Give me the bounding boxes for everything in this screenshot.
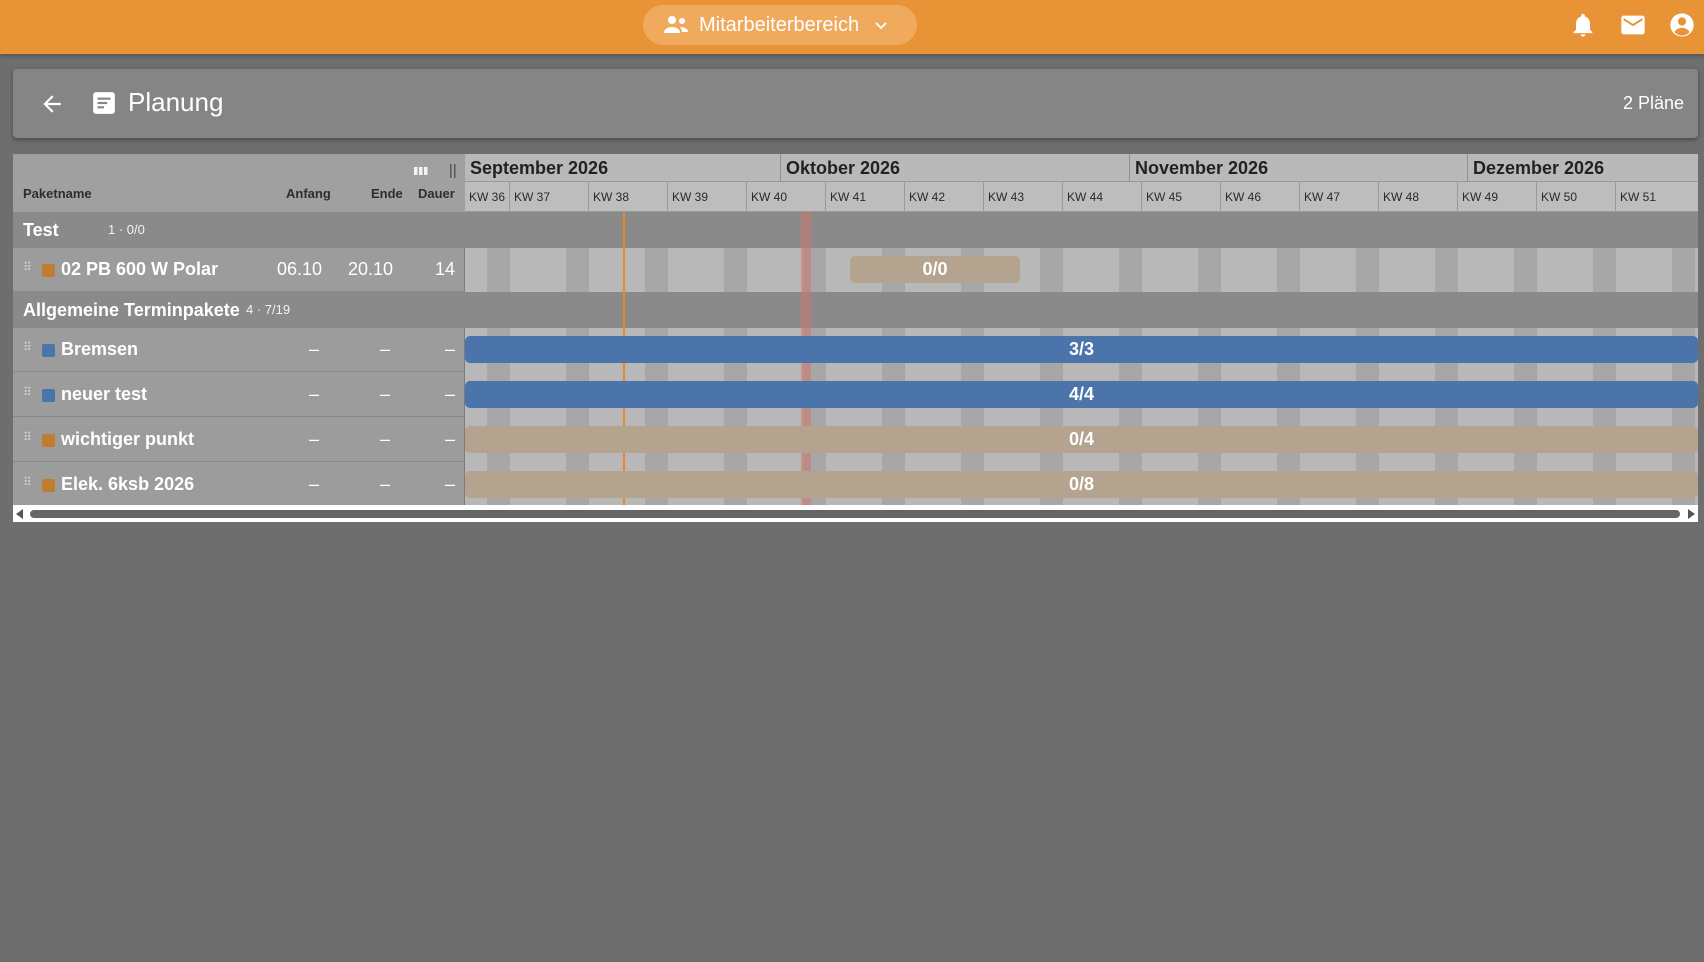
- week-label: KW 50: [1536, 182, 1615, 212]
- page-title: Planung: [128, 87, 224, 117]
- week-label: KW 47: [1299, 182, 1378, 212]
- resize-handle-icon[interactable]: [445, 163, 461, 179]
- timeline-group-band: [465, 212, 1698, 248]
- week-label: KW 43: [983, 182, 1062, 212]
- week-label: KW 38: [588, 182, 667, 212]
- week-label: KW 44: [1062, 182, 1141, 212]
- week-header: KW 36 KW 37 KW 38 KW 39 KW 40 KW 41 KW 4…: [465, 182, 1698, 212]
- timeline-group-band: [465, 292, 1698, 328]
- task-list-header: Paketname Anfang Ende Dauer: [13, 154, 465, 212]
- task-color-swatch: [42, 389, 55, 402]
- drag-handle-icon[interactable]: ⠿: [23, 431, 32, 443]
- people-icon: [664, 16, 688, 33]
- month-label: Oktober 2026: [780, 154, 1129, 182]
- group-meta: 1 · 0/0: [108, 222, 145, 237]
- group-name: Test: [23, 220, 59, 240]
- columns-icon[interactable]: [413, 163, 429, 179]
- task-row[interactable]: ⠿ neuer test – – –: [13, 373, 465, 417]
- week-label: KW 41: [825, 182, 904, 212]
- col-header-name[interactable]: Paketname: [23, 186, 92, 201]
- task-name: Bremsen: [61, 339, 139, 359]
- task-start: –: [308, 339, 319, 359]
- week-label: KW 42: [904, 182, 983, 212]
- task-start: 06.10: [277, 259, 323, 279]
- task-bar[interactable]: 4/4: [465, 381, 1698, 408]
- scrollbar-thumb[interactable]: [30, 510, 1680, 518]
- task-bar[interactable]: 0/4: [465, 426, 1698, 453]
- group-row[interactable]: Test 1 · 0/0: [13, 212, 465, 248]
- area-label: Mitarbeiterbereich: [699, 13, 860, 36]
- task-bar[interactable]: 3/3: [465, 336, 1698, 363]
- group-row[interactable]: Allgemeine Terminpakete 4 · 7/19: [13, 292, 465, 328]
- task-duration: 14: [434, 259, 455, 279]
- task-bar[interactable]: 0/0: [850, 256, 1020, 283]
- week-label: KW 45: [1141, 182, 1220, 212]
- week-label: KW 46: [1220, 182, 1299, 212]
- account-icon[interactable]: [1668, 11, 1696, 39]
- task-color-swatch: [42, 344, 55, 357]
- month-label: November 2026: [1129, 154, 1467, 182]
- col-header-start[interactable]: Anfang: [286, 186, 331, 201]
- drag-handle-icon[interactable]: ⠿: [23, 261, 32, 273]
- horizontal-scrollbar[interactable]: [13, 505, 1698, 522]
- week-label: KW 39: [667, 182, 746, 212]
- month-label: September 2026: [470, 158, 609, 178]
- task-color-swatch: [42, 434, 55, 447]
- task-row[interactable]: ⠿ wichtiger punkt – – –: [13, 418, 465, 462]
- task-start: –: [308, 384, 319, 404]
- task-duration: –: [444, 339, 455, 359]
- task-row[interactable]: ⠿ 02 PB 600 W Polar 06.10 20.10 14: [13, 248, 465, 292]
- area-switcher[interactable]: Mitarbeiterbereich: [643, 5, 917, 45]
- bell-icon[interactable]: [1569, 11, 1597, 39]
- task-start: –: [308, 429, 319, 449]
- month-label: Dezember 2026: [1467, 154, 1698, 182]
- task-list-pane: Paketname Anfang Ende Dauer Test 1 · 0/0…: [13, 154, 465, 505]
- task-end: –: [379, 384, 390, 404]
- week-label: KW 51: [1615, 182, 1694, 212]
- task-row[interactable]: ⠿ Elek. 6ksb 2026 – – –: [13, 463, 465, 507]
- task-duration: –: [444, 429, 455, 449]
- week-label: KW 40: [746, 182, 825, 212]
- scroll-right-icon[interactable]: [1688, 509, 1695, 519]
- task-bar[interactable]: 0/8: [465, 471, 1698, 498]
- task-end: –: [379, 429, 390, 449]
- task-end: –: [379, 339, 390, 359]
- gantt-chart: Paketname Anfang Ende Dauer Test 1 · 0/0…: [13, 154, 1698, 522]
- drag-handle-icon[interactable]: ⠿: [23, 386, 32, 398]
- page-header: Planung 2 Pläne: [13, 69, 1698, 138]
- group-name: Allgemeine Terminpakete: [23, 300, 240, 320]
- top-bar: Mitarbeiterbereich: [0, 0, 1704, 54]
- task-duration: –: [444, 474, 455, 494]
- week-label: KW 36: [469, 190, 506, 204]
- col-header-end[interactable]: Ende: [371, 186, 403, 201]
- week-label: KW 48: [1378, 182, 1457, 212]
- task-end: –: [379, 474, 390, 494]
- plan-count: 2 Pläne: [1622, 93, 1684, 113]
- task-color-swatch: [42, 479, 55, 492]
- chevron-down-icon: [875, 22, 887, 30]
- task-name: neuer test: [61, 384, 148, 404]
- document-icon: [93, 92, 115, 114]
- scroll-left-icon[interactable]: [16, 509, 23, 519]
- task-name: wichtiger punkt: [61, 429, 195, 449]
- month-header: September 2026 Oktober 2026 November 202…: [465, 154, 1698, 182]
- week-label: KW 49: [1457, 182, 1536, 212]
- task-row[interactable]: ⠿ Bremsen – – –: [13, 328, 465, 372]
- task-name: Elek. 6ksb 2026: [61, 474, 195, 494]
- mail-icon[interactable]: [1619, 11, 1647, 39]
- timeline-pane: September 2026 Oktober 2026 November 202…: [465, 154, 1698, 505]
- group-meta: 4 · 7/19: [246, 302, 291, 317]
- drag-handle-icon[interactable]: ⠿: [23, 476, 32, 488]
- back-arrow-icon[interactable]: [39, 91, 65, 117]
- task-end: 20.10: [348, 259, 394, 279]
- task-start: –: [308, 474, 319, 494]
- task-name: 02 PB 600 W Polar: [61, 259, 219, 279]
- col-header-duration[interactable]: Dauer: [418, 186, 455, 201]
- task-color-swatch: [42, 264, 55, 277]
- week-label: KW 37: [509, 182, 588, 212]
- task-duration: –: [444, 384, 455, 404]
- drag-handle-icon[interactable]: ⠿: [23, 341, 32, 353]
